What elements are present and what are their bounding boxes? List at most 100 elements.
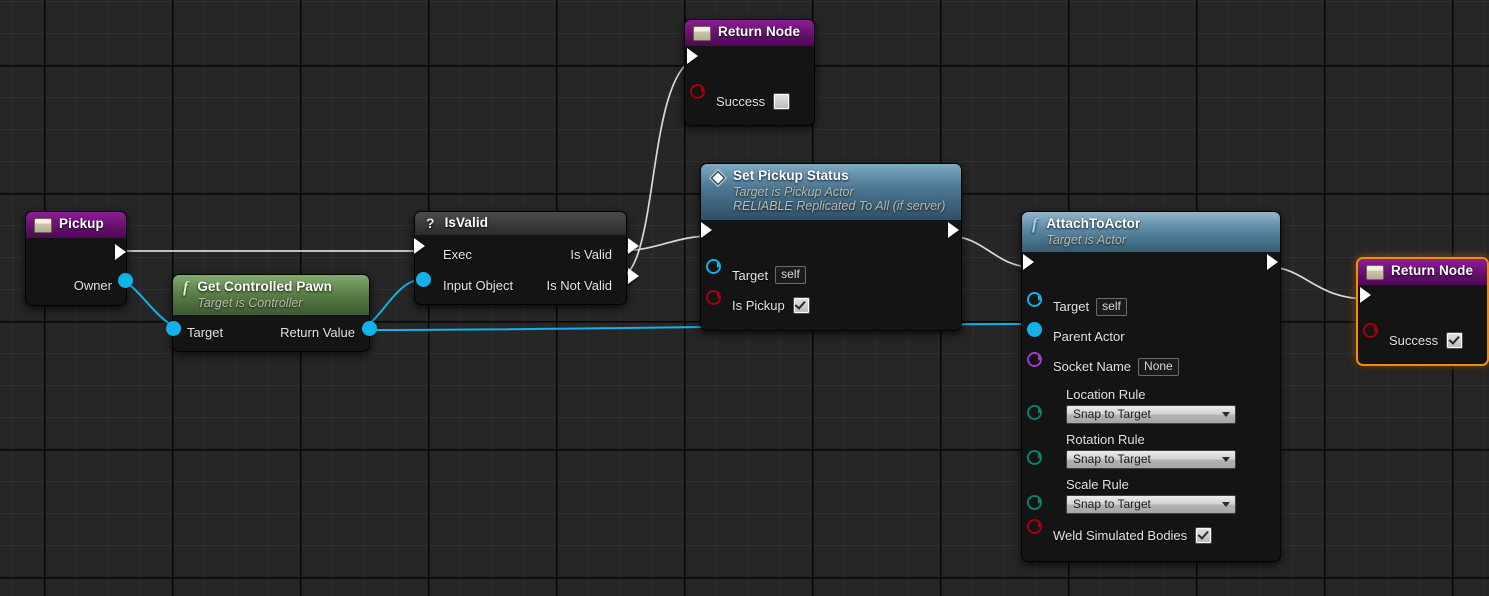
event-node-icon (34, 218, 52, 233)
pin-row-input-object[interactable]: Input Object Is Not Valid (415, 267, 639, 296)
return-value-output-pin[interactable] (362, 320, 377, 336)
pin-row-target-return[interactable]: Target Return Value (166, 315, 377, 344)
socket-name-input-pin[interactable] (1027, 351, 1042, 367)
node-return-node-top[interactable]: Return Node Success (684, 19, 815, 126)
pin-row-success[interactable]: Success (1358, 319, 1487, 351)
pin-row-success[interactable]: Success (685, 80, 814, 112)
event-dispatch-icon (709, 169, 727, 187)
pin-row-exec[interactable] (1358, 285, 1487, 319)
success-checkbox[interactable] (1446, 331, 1464, 349)
node-set-pickup-status[interactable]: Set Pickup Status Target is Pickup Actor… (700, 163, 962, 332)
return-node-icon (1366, 265, 1384, 280)
node-pickup-event[interactable]: Pickup Owner (25, 211, 133, 306)
pin-label-is-valid: Is Valid (570, 246, 612, 262)
node-title: Return Node (1391, 263, 1474, 278)
field-group-location-rule[interactable]: Location Rule Snap to Target (1022, 378, 1280, 424)
success-input-pin[interactable] (690, 83, 705, 99)
pin-label-success: Success (716, 93, 766, 109)
pin-row-target[interactable]: Target self (701, 255, 961, 286)
node-title: AttachToActor (1046, 216, 1141, 231)
is-pickup-input-pin[interactable] (706, 289, 721, 306)
exec-input-pin[interactable] (1023, 253, 1037, 270)
location-rule-input-pin[interactable] (1027, 404, 1042, 420)
scale-rule-input-pin[interactable] (1027, 494, 1042, 510)
node-title: Pickup (59, 216, 104, 231)
node-header: f Get Controlled Pawn Target is Controll… (173, 275, 369, 315)
exec-output-pin[interactable] (1267, 253, 1281, 270)
exec-output-pin[interactable] (948, 222, 962, 239)
node-get-controlled-pawn[interactable]: f Get Controlled Pawn Target is Controll… (166, 274, 377, 352)
question-icon: ? (426, 215, 435, 231)
pin-row-socket-name[interactable]: Socket Name None (1022, 348, 1280, 378)
pin-row-is-pickup[interactable]: Is Pickup (701, 286, 961, 316)
node-header: Return Node (1358, 259, 1487, 285)
target-input-pin[interactable] (166, 320, 181, 336)
success-input-pin[interactable] (1363, 322, 1378, 338)
node-subtitle: Target is Pickup Actor (733, 184, 854, 199)
pin-label-input-object: Input Object (443, 277, 514, 293)
node-title: Get Controlled Pawn (197, 279, 332, 294)
parent-actor-input-pin[interactable] (1027, 321, 1042, 337)
blueprint-graph-canvas[interactable]: Pickup Owner f Get Controlled Pawn Targe… (0, 0, 1489, 596)
location-rule-value: Snap to Target (1073, 407, 1151, 422)
node-title: Return Node (718, 24, 801, 39)
field-label-rotation-rule: Rotation Rule (1066, 431, 1145, 447)
pin-label-parent-actor: Parent Actor (1053, 329, 1125, 345)
owner-output-pin[interactable] (118, 272, 133, 288)
pin-row-exec[interactable]: Exec Is Valid (414, 235, 639, 267)
is-pickup-checkbox[interactable] (792, 296, 810, 314)
node-subtitle-replication: RELIABLE Replicated To All (if server) (733, 198, 946, 213)
target-self-value[interactable]: self (1096, 297, 1127, 316)
node-return-node-right[interactable]: Return Node Success (1356, 257, 1489, 366)
weld-simulated-bodies-checkbox[interactable] (1195, 527, 1213, 545)
exec-input-pin[interactable] (1360, 287, 1374, 303)
target-input-pin[interactable] (706, 258, 721, 275)
node-header: Set Pickup Status Target is Pickup Actor… (701, 164, 961, 221)
pin-row-weld-simulated-bodies[interactable]: Weld Simulated Bodies (1022, 514, 1280, 547)
exec-input-pin[interactable] (414, 238, 428, 254)
field-label-location-rule: Location Rule (1066, 386, 1146, 402)
chevron-down-icon (1222, 411, 1230, 417)
chevron-down-icon (1222, 456, 1230, 462)
wire-exec-attachtoactor-returnnode (1267, 266, 1369, 300)
scale-rule-value: Snap to Target (1073, 497, 1151, 512)
target-input-pin[interactable] (1027, 291, 1042, 307)
pin-row-parent-actor[interactable]: Parent Actor (1022, 318, 1280, 348)
is-valid-output-pin[interactable] (628, 238, 642, 254)
node-header: ? IsValid (415, 212, 626, 235)
pin-label-is-not-valid: Is Not Valid (546, 277, 612, 293)
pin-row-exec[interactable] (1022, 252, 1280, 288)
is-not-valid-output-pin[interactable] (628, 268, 642, 284)
pin-row-owner[interactable]: Owner (26, 268, 133, 296)
pin-label-is-pickup: Is Pickup (732, 297, 785, 313)
rotation-rule-dropdown[interactable]: Snap to Target (1066, 449, 1236, 469)
exec-output-pin[interactable] (115, 244, 129, 260)
pin-row-exec[interactable] (685, 46, 814, 80)
scale-rule-dropdown[interactable]: Snap to Target (1066, 494, 1236, 514)
pin-row-exec-out[interactable] (26, 238, 126, 268)
socket-name-value[interactable]: None (1138, 357, 1179, 376)
exec-input-pin[interactable] (687, 48, 701, 64)
node-header: Return Node (685, 20, 814, 46)
pin-label-return-value: Return Value (280, 325, 355, 341)
weld-simulated-bodies-input-pin[interactable] (1027, 518, 1042, 534)
rotation-rule-input-pin[interactable] (1027, 449, 1042, 465)
node-attach-to-actor[interactable]: f AttachToActor Target is Actor Target s… (1021, 211, 1281, 562)
node-title: Set Pickup Status (733, 168, 849, 183)
field-group-scale-rule[interactable]: Scale Rule Snap to Target (1022, 469, 1280, 514)
pin-row-target[interactable]: Target self (1022, 288, 1280, 318)
node-title: IsValid (444, 215, 489, 230)
location-rule-dropdown[interactable]: Snap to Target (1066, 404, 1236, 424)
pin-label-target: Target (732, 267, 769, 283)
pin-row-exec[interactable] (701, 220, 961, 255)
node-header: Pickup (26, 212, 126, 238)
pin-label-exec: Exec (443, 246, 472, 262)
field-label-scale-rule: Scale Rule (1066, 476, 1129, 492)
field-group-rotation-rule[interactable]: Rotation Rule Snap to Target (1022, 424, 1280, 469)
node-is-valid[interactable]: ? IsValid Exec Is Valid Input Object Is … (414, 211, 639, 305)
target-self-value[interactable]: self (775, 266, 806, 285)
success-checkbox[interactable] (773, 92, 791, 110)
pin-label-target: Target (1053, 299, 1090, 315)
exec-input-pin[interactable] (701, 222, 715, 239)
input-object-pin[interactable] (416, 271, 431, 287)
